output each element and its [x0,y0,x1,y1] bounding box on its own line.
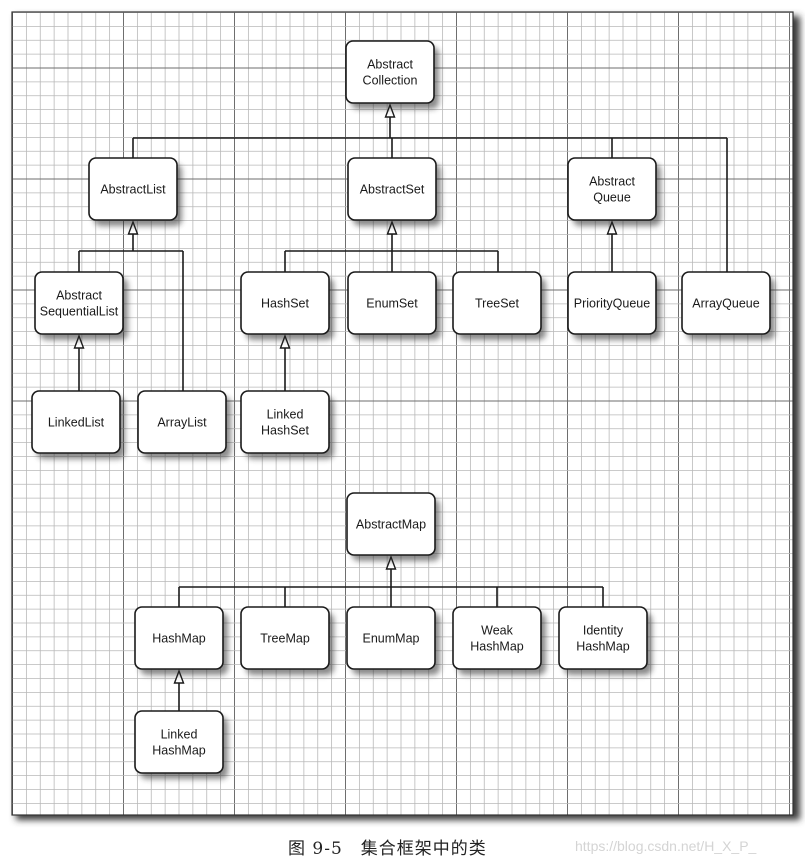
node-box [240,390,330,454]
class-node-enum-set: EnumSet [347,271,441,340]
class-node-abstract-map: AbstractMap [346,492,440,561]
node-box [567,157,657,221]
node-box [558,606,648,670]
node-box [134,710,224,774]
node-label: LinkedList [48,416,105,430]
class-node-identity-hash-map: Identity HashMap [558,606,652,675]
class-node-array-list: ArrayList [137,390,231,459]
node-label: TreeSet [475,297,520,311]
node-label: AbstractList [100,183,166,197]
class-node-abstract-set: AbstractSet [347,157,441,226]
class-node-linked-hash-map: Linked HashMap [134,710,228,779]
class-node-priority-queue: PriorityQueue [567,271,661,340]
node-label: ArrayList [157,416,207,430]
class-node-array-queue: ArrayQueue [681,271,775,340]
node-label: EnumMap [363,632,420,646]
class-node-hash-set: HashSet [240,271,334,340]
grid-paper [12,12,793,815]
node-label: HashMap [152,632,206,646]
class-node-enum-map: EnumMap [346,606,440,675]
node-label: HashSet [261,424,309,438]
node-label: HashMap [152,744,206,758]
class-node-linked-list: LinkedList [31,390,125,459]
class-node-abstract-sequential-list: Abstract SequentialList [34,271,128,340]
watermark-url: https://blog.csdn.net/H_X_P_ [575,838,757,854]
node-label: AbstractMap [356,518,426,532]
class-node-hash-map: HashMap [134,606,228,675]
class-node-linked-hash-set: Linked HashSet [240,390,334,459]
node-label: ArrayQueue [692,297,759,311]
node-label: Collection [363,74,418,88]
node-label: EnumSet [366,297,418,311]
node-label: TreeMap [260,632,310,646]
class-diagram: AbstractCollectionAbstractList AbstractSe… [11,11,800,820]
node-box [452,606,542,670]
node-box [34,271,124,335]
node-box [345,40,435,104]
class-node-weak-hash-map: Weak HashMap [452,606,546,675]
node-label: Queue [593,191,631,205]
class-node-tree-map: TreeMap [240,606,334,675]
class-node-abstract-queue: Abstract Queue [567,157,661,226]
node-label: SequentialList [40,305,119,319]
node-label: HashMap [470,640,524,654]
node-label: AbstractSet [360,183,425,197]
class-node-tree-set: TreeSet [452,271,546,340]
node-label: HashMap [576,640,630,654]
node-label: Abstract [367,58,413,72]
node-label: Linked [267,408,304,422]
node-label: Identity [583,624,624,638]
node-label: Weak [481,624,513,638]
node-label: Abstract [589,175,635,189]
node-label: HashSet [261,297,309,311]
figure-caption: 图 9-5 集合框架中的类 [288,839,487,859]
node-label: Linked [161,728,198,742]
node-label: PriorityQueue [574,297,650,311]
class-node-abstract-collection: Abstract Collection [345,40,439,109]
node-label: Abstract [56,289,102,303]
class-node-abstract-list: AbstractList [88,157,182,226]
